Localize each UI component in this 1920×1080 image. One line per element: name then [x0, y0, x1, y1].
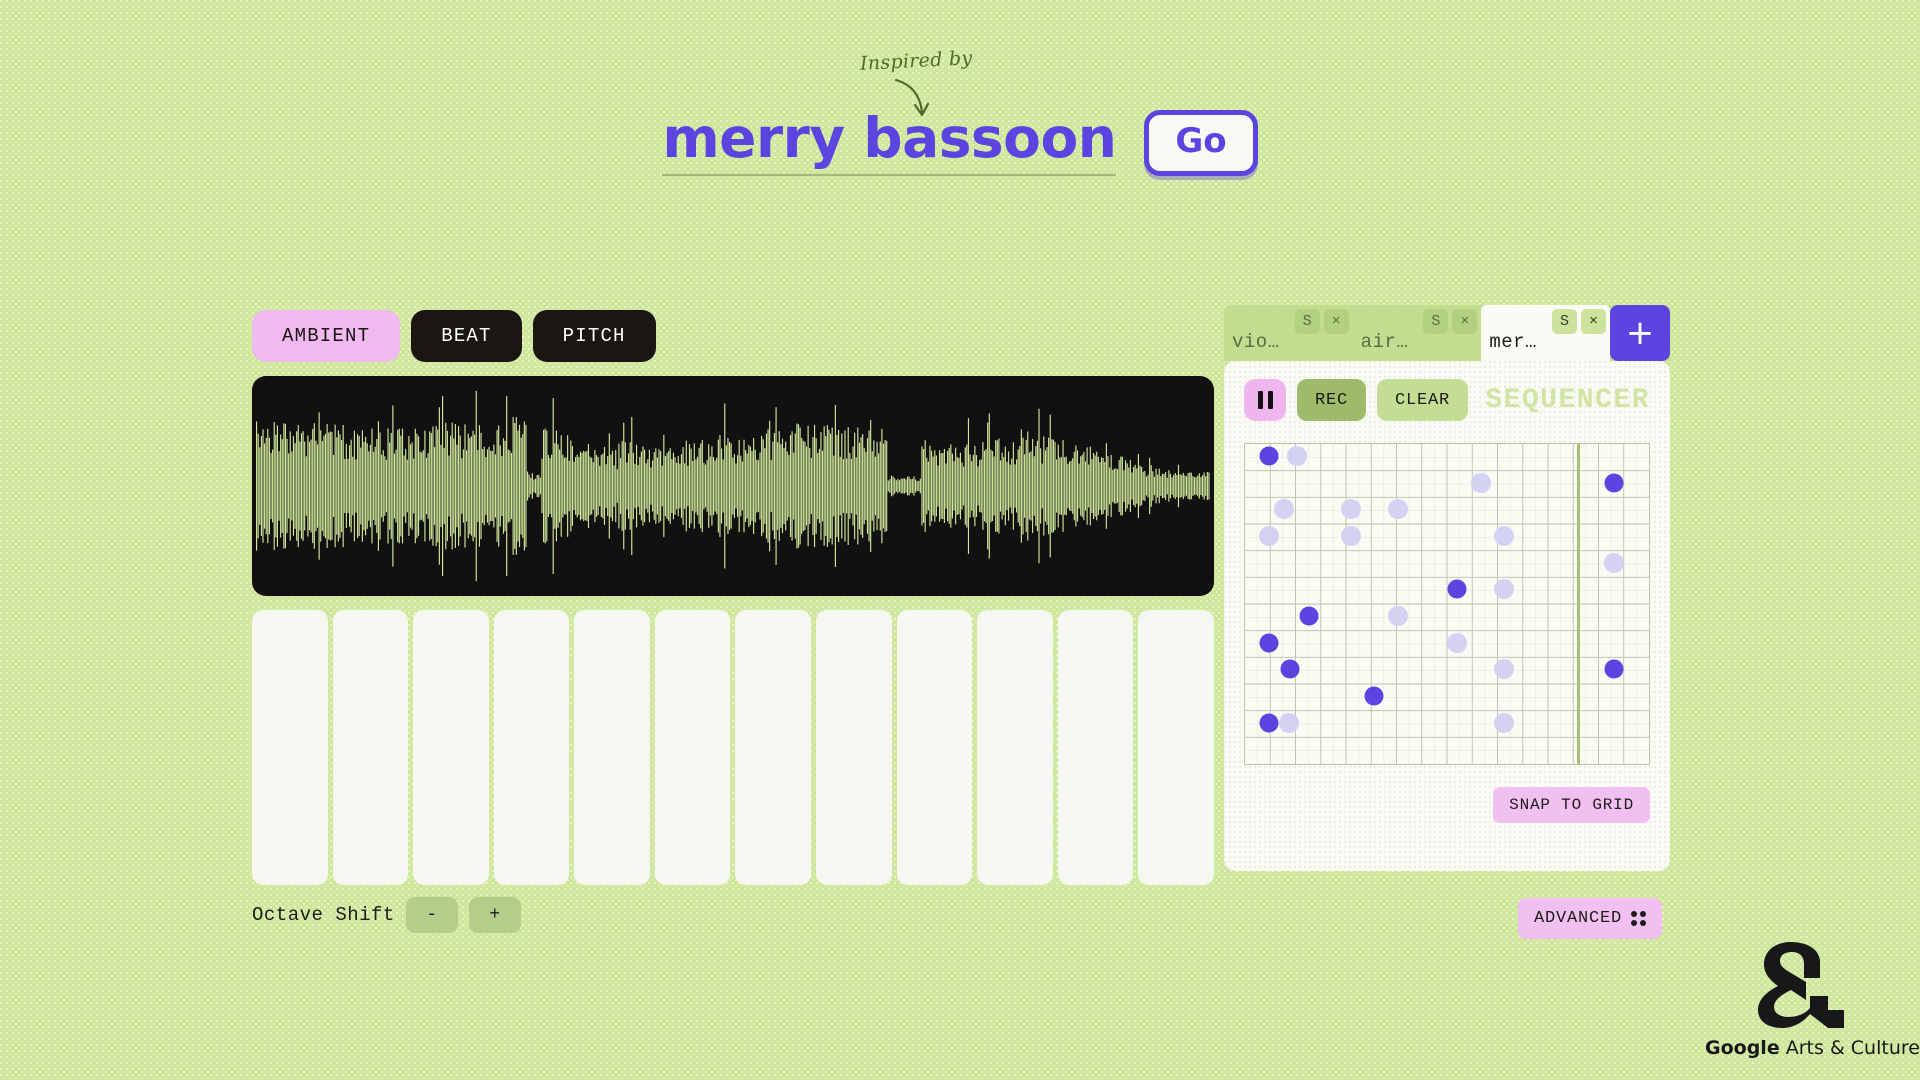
sequencer-note[interactable] [1258, 526, 1279, 546]
page-title: merry bassoon [662, 105, 1117, 170]
waveform-icon [256, 390, 1210, 582]
track-tab-label: vio… [1232, 331, 1280, 353]
inspired-by-annotation: Inspired by [859, 47, 1060, 117]
piano-key[interactable] [654, 610, 731, 885]
pause-icon [1257, 391, 1263, 409]
title-underline [662, 173, 1117, 176]
mode-tab-ambient[interactable]: AMBIENT [252, 310, 401, 362]
sequencer-note[interactable] [1279, 712, 1300, 733]
snap-to-grid-button[interactable]: SNAP TO GRID [1493, 787, 1650, 823]
track-tab-label: air… [1360, 331, 1409, 353]
sequencer-note[interactable] [1299, 606, 1319, 626]
piano-key[interactable] [413, 610, 489, 885]
sequencer-note[interactable] [1493, 659, 1514, 680]
track-tab-violin[interactable]: vio… S × [1224, 305, 1353, 361]
go-button[interactable]: Go [1144, 110, 1258, 177]
sequencer-note[interactable] [1603, 552, 1624, 573]
sequencer-note[interactable] [1341, 499, 1362, 520]
piano-key[interactable] [977, 610, 1053, 885]
sequencer-note[interactable] [1274, 499, 1295, 520]
pause-icon [1267, 391, 1273, 409]
pause-button[interactable] [1244, 379, 1286, 421]
record-button[interactable]: REC [1297, 379, 1367, 421]
google-arts-culture-label: Google Arts & Culture [1705, 1037, 1920, 1059]
advanced-button[interactable]: ADVANCED [1518, 898, 1663, 939]
sequencer-note[interactable] [1286, 446, 1307, 466]
sequencer-section: vio… S × air… S × mer… S × + REC CLEAR S… [1224, 305, 1671, 871]
piano-key[interactable] [896, 610, 973, 885]
instrument-panel: AMBIENT BEAT PITCH Octave Shift - + [252, 310, 1214, 933]
title-row: merry bassoon Go [0, 105, 1920, 177]
advanced-label: ADVANCED [1534, 909, 1623, 928]
octave-shift-label: Octave Shift [252, 904, 395, 926]
octave-shift-control: Octave Shift - + [252, 897, 1214, 933]
mode-tab-bar: AMBIENT BEAT PITCH [252, 310, 1214, 362]
piano-key[interactable] [1138, 610, 1214, 885]
track-tab-actions: S × [1552, 309, 1607, 334]
sequencer-panel: REC CLEAR SEQUENCER SNAP TO GRID [1224, 361, 1670, 871]
octave-increment-button[interactable]: + [468, 897, 521, 933]
piano-key[interactable] [493, 610, 570, 885]
sequencer-note[interactable] [1387, 606, 1408, 626]
sequencer-note[interactable] [1493, 712, 1514, 733]
sequencer-note[interactable] [1604, 473, 1624, 493]
sequencer-title: SEQUENCER [1485, 384, 1650, 416]
track-tab-merry[interactable]: mer… S × [1481, 305, 1611, 361]
logo-brand: Google [1705, 1037, 1780, 1059]
track-solo-button[interactable]: S [1552, 309, 1578, 334]
sequencer-note[interactable] [1604, 659, 1624, 679]
title-block: merry bassoon [662, 105, 1117, 176]
sequencer-note[interactable] [1341, 526, 1362, 546]
clear-button[interactable]: CLEAR [1377, 379, 1469, 421]
logo-rest: Arts & Culture [1779, 1037, 1920, 1059]
sequencer-note[interactable] [1447, 632, 1468, 653]
sequencer-note[interactable] [1259, 713, 1279, 733]
track-solo-button[interactable]: S [1423, 309, 1449, 334]
ampersand-icon [1758, 942, 1844, 1028]
sequencer-notes [1245, 444, 1649, 764]
piano-key[interactable] [816, 610, 892, 885]
google-arts-culture-logo: Google Arts & Culture [1705, 938, 1920, 1059]
mode-tab-beat[interactable]: BEAT [411, 310, 522, 362]
track-solo-button[interactable]: S [1294, 309, 1320, 334]
track-tab-label: mer… [1489, 331, 1537, 353]
sequencer-grid[interactable] [1244, 443, 1650, 765]
piano-key[interactable] [1057, 610, 1134, 885]
sequencer-note[interactable] [1471, 472, 1492, 493]
sequencer-note[interactable] [1447, 579, 1467, 599]
track-tab-actions: S × [1423, 309, 1478, 334]
track-close-button[interactable]: × [1452, 309, 1478, 334]
track-tab-actions: S × [1294, 309, 1349, 334]
playhead-indicator [1577, 444, 1581, 764]
add-track-button[interactable]: + [1610, 305, 1671, 361]
piano-key[interactable] [735, 610, 812, 885]
grid-dots-icon [1631, 911, 1647, 926]
piano-key[interactable] [332, 610, 409, 885]
sequencer-note[interactable] [1493, 579, 1514, 600]
sequencer-note[interactable] [1493, 526, 1514, 546]
snap-row: SNAP TO GRID [1244, 787, 1650, 823]
sequencer-note[interactable] [1364, 686, 1384, 706]
piano-keyboard [252, 610, 1214, 885]
octave-decrement-button[interactable]: - [405, 897, 458, 933]
sequencer-note[interactable] [1259, 446, 1279, 466]
track-close-button[interactable]: × [1323, 309, 1349, 334]
track-tab-bar: vio… S × air… S × mer… S × + [1224, 305, 1671, 361]
sequencer-note[interactable] [1259, 633, 1279, 653]
waveform-display[interactable] [252, 376, 1214, 596]
sequencer-note[interactable] [1387, 499, 1408, 520]
page-header: Inspired by merry bassoon Go [0, 47, 1920, 195]
sequencer-note[interactable] [1280, 659, 1300, 679]
piano-key[interactable] [574, 610, 650, 885]
mode-tab-pitch[interactable]: PITCH [532, 310, 656, 362]
inspired-by-label: Inspired by [859, 47, 973, 75]
track-close-button[interactable]: × [1581, 309, 1607, 334]
piano-key[interactable] [252, 610, 328, 885]
sequencer-controls: REC CLEAR SEQUENCER [1244, 379, 1650, 421]
track-tab-air[interactable]: air… S × [1353, 305, 1482, 361]
